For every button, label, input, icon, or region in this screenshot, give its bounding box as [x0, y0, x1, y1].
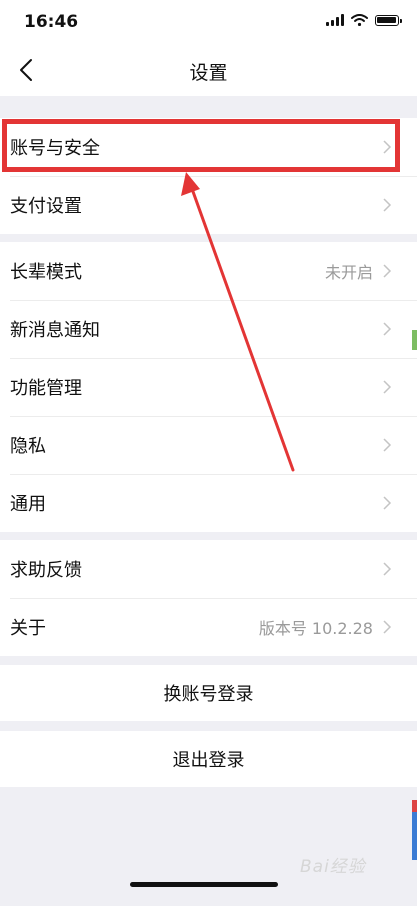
settings-item-value: 未开启: [324, 263, 373, 282]
chevron-right-icon: [383, 198, 392, 212]
settings-item-elder-mode[interactable]: 长辈模式 未开启: [0, 242, 417, 300]
settings-item-label: 账号与安全: [10, 138, 100, 159]
chevron-right-icon: [383, 264, 392, 278]
status-time: 16:46: [24, 12, 79, 32]
watermark: Bai经验: [300, 857, 366, 877]
wifi-icon: [351, 14, 368, 26]
logout-button[interactable]: 退出登录: [0, 731, 417, 787]
cellular-signal-icon: [326, 14, 344, 26]
settings-item-label: 功能管理: [10, 378, 82, 399]
settings-item-privacy[interactable]: 隐私: [0, 416, 417, 474]
status-bar: 16:46: [0, 0, 417, 44]
settings-group-help: 求助反馈 关于 版本号 10.2.28: [0, 540, 417, 656]
settings-item-label: 关于: [10, 618, 46, 639]
logout-label: 退出登录: [172, 750, 245, 771]
home-indicator: [130, 882, 278, 887]
settings-item-value: 版本号 10.2.28: [258, 619, 373, 638]
settings-item-label: 通用: [10, 494, 46, 515]
chevron-right-icon: [383, 380, 392, 394]
settings-item-general[interactable]: 通用: [0, 474, 417, 532]
battery-icon: [375, 14, 402, 26]
chevron-right-icon: [383, 562, 392, 576]
edge-strip: [412, 800, 417, 860]
chevron-right-icon: [383, 140, 392, 154]
settings-group-account: 账号与安全 支付设置: [0, 118, 417, 234]
settings-item-label: 求助反馈: [10, 560, 82, 581]
settings-item-feedback[interactable]: 求助反馈: [0, 540, 417, 598]
settings-group-general: 长辈模式 未开启 新消息通知 功能管理 隐私 通用: [0, 242, 417, 532]
settings-item-label: 隐私: [10, 436, 46, 457]
status-icons: [326, 14, 402, 26]
chevron-right-icon: [383, 322, 392, 336]
settings-item-account-security[interactable]: 账号与安全: [0, 118, 417, 176]
switch-account-button[interactable]: 换账号登录: [0, 665, 417, 721]
edge-strip: [412, 330, 417, 350]
chevron-right-icon: [383, 438, 392, 452]
settings-item-about[interactable]: 关于 版本号 10.2.28: [0, 598, 417, 656]
chevron-right-icon: [383, 496, 392, 510]
switch-account-label: 换账号登录: [163, 684, 254, 705]
settings-item-notifications[interactable]: 新消息通知: [0, 300, 417, 358]
page-title: 设置: [189, 62, 228, 84]
settings-item-label: 支付设置: [10, 196, 82, 217]
nav-bar: 设置: [0, 44, 417, 96]
settings-item-label: 新消息通知: [10, 320, 100, 341]
settings-item-payment[interactable]: 支付设置: [0, 176, 417, 234]
settings-item-features[interactable]: 功能管理: [0, 358, 417, 416]
settings-item-label: 长辈模式: [10, 262, 82, 283]
chevron-right-icon: [383, 620, 392, 634]
